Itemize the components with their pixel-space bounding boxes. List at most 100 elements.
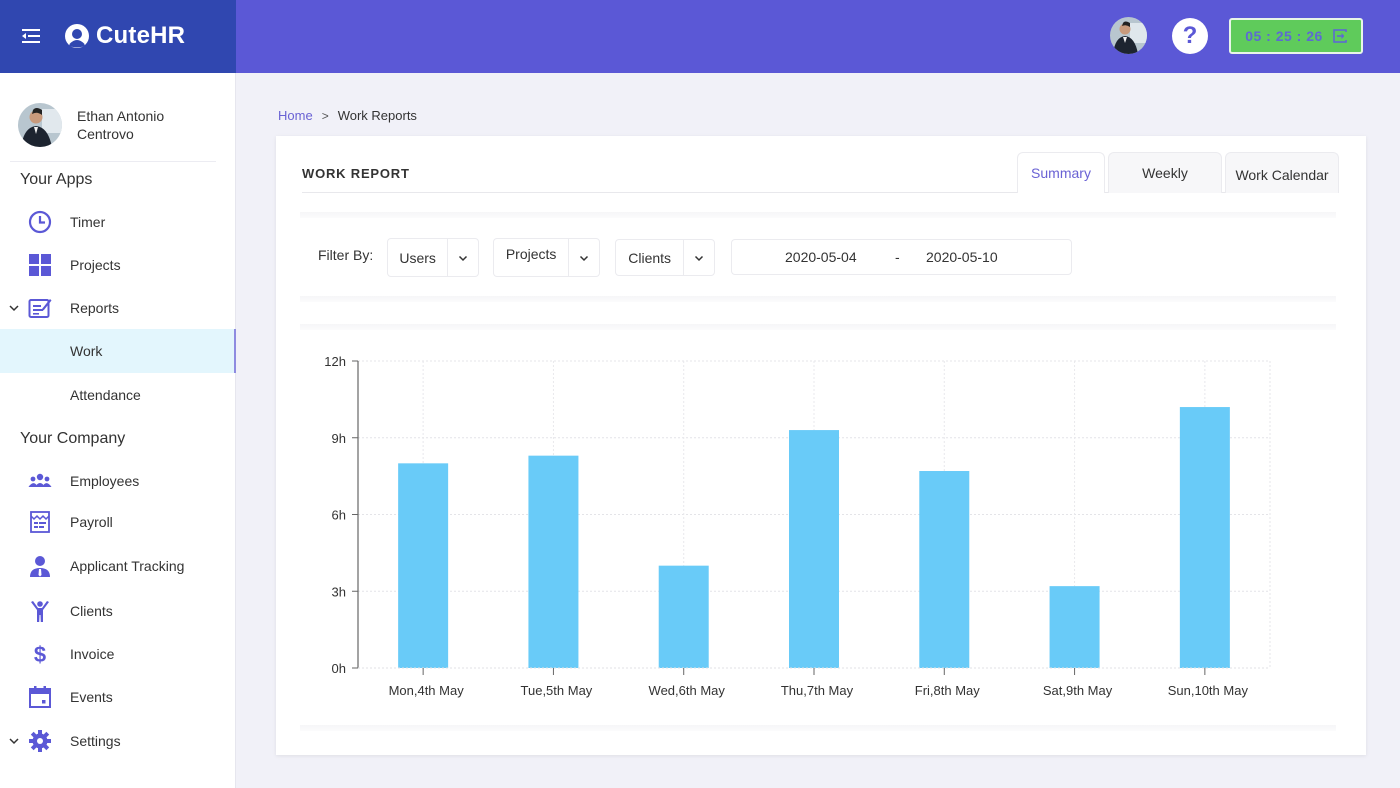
sidebar-item-projects[interactable]: Projects (0, 243, 236, 287)
sidebar-item-settings[interactable]: Settings (0, 719, 236, 763)
logo-mark-icon (65, 24, 89, 48)
payroll-icon (27, 509, 53, 535)
x-tick-label: Sat,9th May (1043, 683, 1113, 698)
sidebar-item-label: Work (70, 343, 103, 359)
y-tick-label: 6h (332, 508, 346, 523)
card-title: WORK REPORT (302, 166, 410, 181)
sidebar-item-applicant-tracking[interactable]: Applicant Tracking (0, 544, 236, 588)
user-avatar[interactable] (18, 103, 62, 147)
users-filter-value: Users (388, 239, 449, 276)
sidebar-item-invoice[interactable]: $ Invoice (0, 632, 236, 676)
section-title-apps: Your Apps (20, 171, 93, 188)
calendar-icon (27, 684, 53, 710)
tab-weekly[interactable]: Weekly (1108, 152, 1222, 193)
report-edit-icon (27, 295, 53, 321)
chevron-down-icon (684, 240, 714, 275)
person-arms-up-icon (27, 598, 53, 624)
projects-filter-select[interactable]: Projects (493, 238, 600, 277)
clients-filter-select[interactable]: Clients (615, 239, 715, 276)
bar[interactable] (398, 463, 449, 668)
y-tick-label: 0h (332, 661, 346, 676)
breadcrumb: Home > Work Reports (278, 108, 417, 123)
date-range-picker[interactable]: 2020-05-04 - 2020-05-10 (731, 239, 1072, 275)
y-axis-ticks: 0h 3h 6h 9h 12h (324, 354, 358, 676)
dollar-icon: $ (27, 641, 53, 667)
clock-timer-button[interactable]: 05 : 25 : 26 (1229, 18, 1363, 54)
breadcrumb-home-link[interactable]: Home (278, 108, 313, 123)
y-tick-label: 3h (332, 584, 346, 599)
sidebar-item-events[interactable]: Events (0, 675, 236, 719)
user-profile[interactable]: Ethan Antonio Centrovo (18, 103, 197, 147)
chevron-down-icon (569, 239, 599, 276)
sidebar-item-work[interactable]: Work (0, 329, 236, 373)
menu-collapse-icon[interactable] (20, 26, 42, 46)
gear-icon (27, 728, 53, 754)
bar[interactable] (1179, 407, 1230, 668)
sidebar-item-label: Timer (70, 214, 106, 230)
projects-filter-value: Projects (494, 239, 570, 276)
date-to: 2020-05-10 (926, 249, 998, 265)
app-name: CuteHR (96, 22, 186, 49)
sidebar-item-label: Events (70, 689, 113, 705)
x-tick-label: Thu,7th May (781, 683, 854, 698)
y-tick-label: 12h (324, 354, 346, 369)
sidebar-item-clients[interactable]: Clients (0, 589, 236, 633)
sidebar: Ethan Antonio Centrovo Your Apps Timer P… (0, 73, 236, 788)
users-filter-select[interactable]: Users (387, 238, 479, 277)
user-tie-icon (27, 553, 53, 579)
help-button[interactable]: ? (1172, 18, 1208, 54)
work-hours-bar-chart: 0h 3h 6h 9h 12h Mon,4th May Tue,5th May Wed,6t… (324, 354, 1271, 698)
app-logo[interactable]: CuteHR (64, 22, 185, 50)
x-tick-label: Tue,5th May (521, 683, 593, 698)
report-tabs: Summary Weekly Work Calendar (1017, 152, 1339, 193)
sidebar-item-employees[interactable]: Employees (0, 459, 236, 503)
bar[interactable] (658, 565, 709, 668)
work-report-card: WORK REPORT Summary Weekly Work Calendar… (276, 136, 1366, 755)
bar[interactable] (789, 430, 839, 668)
divider (300, 212, 1336, 218)
sidebar-item-label: Settings (70, 733, 121, 749)
sidebar-item-label: Payroll (70, 514, 113, 530)
svg-text:$: $ (34, 642, 46, 666)
sidebar-item-timer[interactable]: Timer (0, 200, 236, 244)
sidebar-item-label: Invoice (70, 646, 115, 662)
question-icon: ? (1182, 22, 1198, 49)
sidebar-item-attendance[interactable]: Attendance (0, 373, 236, 417)
section-title-company: Your Company (20, 430, 126, 447)
bar[interactable] (528, 455, 579, 668)
sidebar-item-payroll[interactable]: Payroll (0, 500, 236, 544)
x-tick-label: Mon,4th May (389, 683, 465, 698)
x-tick-label: Sun,10th May (1168, 683, 1249, 698)
clients-filter-value: Clients (616, 240, 685, 275)
chevron-right-icon: > (321, 108, 329, 123)
top-user-avatar[interactable] (1110, 17, 1147, 54)
sidebar-item-label: Applicant Tracking (70, 558, 185, 574)
divider (10, 161, 216, 162)
filter-label: Filter By: (318, 247, 374, 263)
sidebar-item-label: Reports (70, 300, 120, 316)
sidebar-item-label: Clients (70, 603, 113, 619)
tab-summary[interactable]: Summary (1017, 152, 1105, 193)
x-tick-label: Fri,8th May (915, 683, 981, 698)
divider (300, 725, 1336, 731)
sidebar-item-reports[interactable]: Reports (0, 286, 236, 330)
chart-bars (398, 407, 1230, 668)
users-icon (27, 468, 53, 494)
bar[interactable] (1049, 586, 1100, 668)
clock-icon (27, 209, 53, 235)
date-separator: - (895, 249, 900, 265)
x-axis-ticks: Mon,4th May Tue,5th May Wed,6th May Thu,7th… (389, 668, 1249, 698)
sidebar-item-label: Attendance (70, 387, 141, 403)
divider (300, 296, 1336, 302)
tab-work-calendar[interactable]: Work Calendar (1225, 152, 1339, 193)
brand-area: CuteHR (0, 0, 236, 73)
chevron-down-icon (9, 305, 19, 312)
divider (300, 324, 1336, 330)
date-from: 2020-05-04 (785, 249, 857, 265)
y-tick-label: 9h (332, 431, 346, 446)
bar[interactable] (919, 471, 970, 668)
user-name: Ethan Antonio Centrovo (77, 108, 165, 142)
timer-value: 05 : 25 : 26 (1245, 28, 1323, 44)
clock-out-icon (1332, 29, 1347, 43)
breadcrumb-current: Work Reports (337, 108, 417, 123)
